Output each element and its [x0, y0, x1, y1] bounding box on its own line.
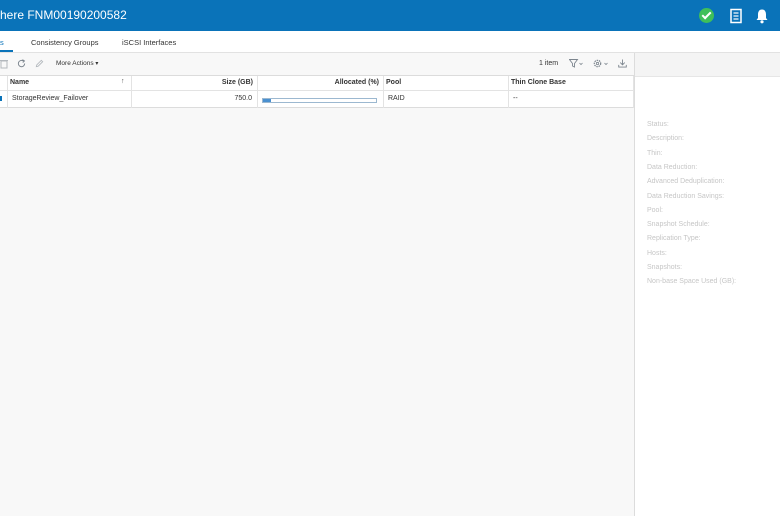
filter-icon[interactable]: [569, 59, 583, 68]
table-header-row: Name ↑ Size (GB) Allocated (%) Pool Thin…: [0, 76, 634, 91]
bell-icon[interactable]: [754, 8, 770, 24]
sort-ascending-icon[interactable]: ↑: [121, 78, 125, 85]
volumes-table: Name ↑ Size (GB) Allocated (%) Pool Thin…: [0, 75, 634, 108]
more-actions-button[interactable]: More Actions ▾: [56, 60, 98, 67]
column-header-size[interactable]: Size (GB): [133, 79, 253, 86]
tab-volumes[interactable]: s: [0, 38, 4, 47]
volume-size: 750.0: [234, 95, 252, 102]
item-count: 1 item: [539, 60, 559, 67]
edit-icon[interactable]: [35, 59, 44, 68]
volume-thin-clone-base: --: [513, 95, 518, 102]
refresh-icon[interactable]: [17, 59, 26, 68]
detail-label-replication-type: Replication Type:: [647, 235, 701, 242]
row-selection-marker: [0, 96, 2, 101]
page-title: here FNM00190200582: [0, 8, 127, 22]
tab-consistency-groups[interactable]: Consistency Groups: [31, 38, 99, 47]
detail-label-snapshots: Snapshots:: [647, 264, 683, 271]
app-header: here FNM00190200582: [0, 0, 780, 31]
detail-label-hosts: Hosts:: [647, 250, 667, 257]
detail-label-pool: Pool:: [647, 207, 663, 214]
allocated-progress-fill: [263, 99, 271, 102]
allocated-progress-bar: [262, 98, 377, 103]
detail-label-non-base-space-used: Non-base Space Used (GB):: [647, 278, 737, 285]
active-tab-indicator: [0, 50, 13, 52]
check-circle-icon[interactable]: [699, 8, 714, 23]
detail-label-data-reduction: Data Reduction:: [647, 164, 698, 171]
tab-iscsi-interfaces[interactable]: iSCSI Interfaces: [122, 38, 176, 47]
detail-label-thin: Thin:: [647, 150, 663, 157]
settings-icon[interactable]: [593, 59, 609, 68]
chevron-down-icon: ▾: [95, 61, 99, 67]
detail-label-status: Status:: [647, 121, 669, 128]
detail-label-data-reduction-savings: Data Reduction Savings:: [647, 193, 725, 200]
column-header-allocated[interactable]: Allocated (%): [259, 79, 379, 86]
volume-name[interactable]: StorageReview_Failover: [12, 95, 88, 102]
column-header-thin-clone-base[interactable]: Thin Clone Base: [511, 79, 566, 86]
delete-icon[interactable]: [0, 59, 8, 69]
volume-pool: RAID: [388, 95, 405, 102]
document-icon[interactable]: [728, 8, 744, 24]
detail-label-advanced-deduplication: Advanced Deduplication:: [647, 178, 725, 185]
detail-label-description: Description:: [647, 135, 684, 142]
download-icon[interactable]: [618, 59, 627, 68]
details-panel-header: [635, 53, 780, 77]
column-header-name[interactable]: Name: [10, 79, 29, 86]
more-actions-label: More Actions: [56, 60, 94, 67]
detail-label-snapshot-schedule: Snapshot Schedule:: [647, 221, 710, 228]
table-toolbar: More Actions ▾ 1 item: [0, 53, 634, 75]
column-header-pool[interactable]: Pool: [386, 79, 401, 86]
details-panel: Status: Description: Thin: Data Reductio…: [634, 53, 780, 516]
tab-bar: s Consistency Groups iSCSI Interfaces: [0, 31, 780, 53]
